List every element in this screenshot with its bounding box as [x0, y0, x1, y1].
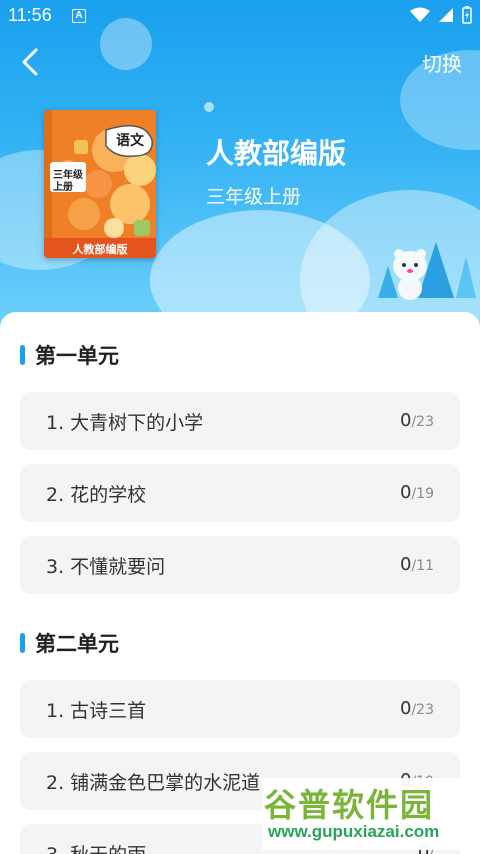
unit-accent-bar: [20, 345, 25, 365]
lesson-title: 1. 古诗三首: [46, 700, 147, 722]
lesson-progress: 0/23: [400, 410, 434, 431]
lesson-title: 2. 花的学校: [46, 484, 147, 506]
lesson-progress: 0/23: [400, 698, 434, 719]
lesson-item[interactable]: 3. 不懂就要问 0/11: [20, 536, 460, 594]
lesson-total-count: /23: [411, 414, 434, 430]
lesson-total-count: /19: [411, 486, 434, 502]
lesson-item[interactable]: 1. 大青树下的小学 0/23: [20, 392, 460, 450]
watermark-title: 谷普软件园: [264, 786, 435, 824]
unit-accent-bar: [20, 633, 25, 653]
lesson-progress: 0/19: [400, 482, 434, 503]
book-term: 上册: [53, 182, 73, 193]
back-button[interactable]: [14, 44, 50, 80]
lesson-item[interactable]: 1. 古诗三首 0/23: [20, 680, 460, 738]
lesson-done-count: 0: [400, 482, 412, 503]
status-bar: 11:56 A: [0, 0, 480, 32]
lesson-total-count: /23: [411, 702, 434, 718]
book-subject: 语文: [116, 133, 144, 149]
header-banner: 11:56 A 切换 语文 三年级 上册 人教部编版 人教部编版 三年级上册: [0, 0, 480, 330]
lesson-title: 3. 秋天的雨: [46, 840, 146, 854]
lesson-title: 1. 大青树下的小学: [46, 412, 204, 434]
cloud-decoration: [204, 102, 214, 112]
lesson-title: 3. 不懂就要问: [46, 556, 166, 578]
wifi-icon: [410, 7, 430, 22]
unit-title: 第二单元: [35, 632, 119, 656]
mascot-illustration: [378, 242, 476, 300]
lesson-list-panel: 第一单元 1. 大青树下的小学 0/23 2. 花的学校 0/19 3. 不懂就…: [0, 312, 480, 854]
signal-icon: [439, 8, 453, 22]
switch-button[interactable]: 切换: [422, 48, 462, 77]
unit-title: 第一单元: [35, 344, 119, 368]
lesson-done-count: 0: [400, 554, 412, 575]
lesson-done-count: 0: [400, 410, 412, 431]
book-title: 人教部编版: [206, 137, 347, 170]
site-watermark: 谷普软件园 www.gupuxiazai.com: [262, 778, 476, 850]
chevron-left-icon: [22, 48, 38, 76]
book-cover: 语文 三年级 上册 人教部编版: [44, 110, 156, 258]
lesson-item[interactable]: 2. 花的学校 0/19: [20, 464, 460, 522]
lesson-total-count: /11: [411, 558, 434, 574]
status-time: 11:56: [8, 5, 52, 25]
book-subtitle: 三年级上册: [206, 186, 302, 208]
lesson-title: 2. 铺满金色巴掌的水泥道: [46, 772, 261, 794]
book-edition: 人教部编版: [72, 243, 128, 256]
lesson-progress: 0/11: [400, 554, 434, 575]
unit-header: 第一单元: [20, 340, 119, 370]
status-icons: [410, 6, 472, 24]
lesson-done-count: 0: [400, 698, 412, 719]
unit-header: 第二单元: [20, 628, 119, 658]
watermark-url: www.gupuxiazai.com: [268, 822, 440, 841]
notification-a-icon: A: [72, 9, 86, 23]
battery-icon: [462, 6, 472, 24]
